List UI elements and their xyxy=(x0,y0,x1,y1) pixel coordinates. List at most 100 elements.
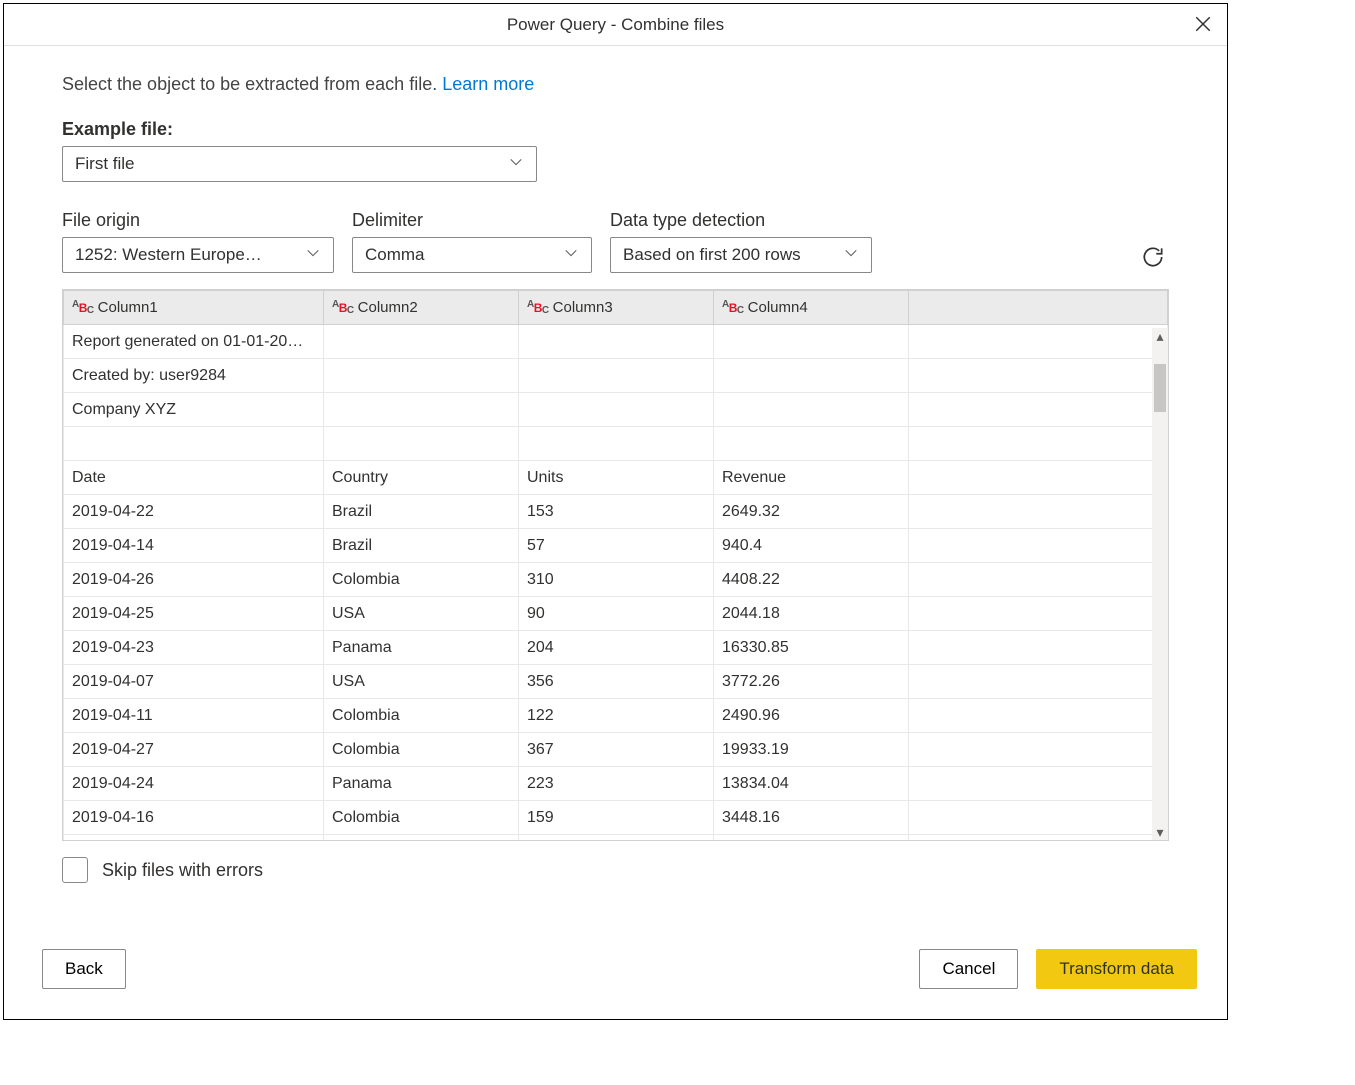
table-cell: 2019-04-07 xyxy=(64,665,324,699)
table-cell: 310 xyxy=(519,563,714,597)
table-row[interactable]: Company XYZ xyxy=(64,393,1168,427)
table-cell xyxy=(909,665,1168,699)
table-cell: 3772.26 xyxy=(714,665,909,699)
scrollbar-thumb[interactable] xyxy=(1154,364,1166,412)
table-cell xyxy=(909,563,1168,597)
table-row[interactable]: 2019-04-24Panama22313834.04 xyxy=(64,767,1168,801)
column-header-empty xyxy=(909,291,1168,325)
table-cell xyxy=(324,359,519,393)
table-cell: 57 xyxy=(519,529,714,563)
chevron-down-icon xyxy=(563,245,579,265)
table-cell xyxy=(909,495,1168,529)
table-cell xyxy=(714,427,909,461)
column-name: Column4 xyxy=(748,299,808,316)
example-file-select[interactable]: First file xyxy=(62,146,537,182)
table-cell: Panama xyxy=(324,631,519,665)
table-cell: 223 xyxy=(519,767,714,801)
detection-value: Based on first 200 rows xyxy=(623,245,801,265)
table-cell: Colombia xyxy=(324,733,519,767)
transform-data-button[interactable]: Transform data xyxy=(1036,949,1197,989)
dialog-title: Power Query - Combine files xyxy=(507,15,724,35)
scroll-down-arrow-icon[interactable]: ▾ xyxy=(1152,824,1168,840)
table-cell: 2019-04-27 xyxy=(64,733,324,767)
table-row[interactable]: DateCountryUnitsRevenue xyxy=(64,461,1168,495)
table-cell: 19933.19 xyxy=(714,733,909,767)
table-row[interactable]: 2019-04-26Colombia3104408.22 xyxy=(64,563,1168,597)
table-row[interactable]: 2019-04-22Brazil1532649.32 xyxy=(64,495,1168,529)
table-row[interactable]: 2019-04-08Canada25814601.34 xyxy=(64,835,1168,842)
table-cell: 2649.32 xyxy=(714,495,909,529)
table-cell: USA xyxy=(324,597,519,631)
table-row[interactable]: 2019-04-11Colombia1222490.96 xyxy=(64,699,1168,733)
column-header[interactable]: ABC Column3 xyxy=(519,291,714,325)
table-cell: 2019-04-14 xyxy=(64,529,324,563)
table-cell: 90 xyxy=(519,597,714,631)
column-header[interactable]: ABC Column2 xyxy=(324,291,519,325)
table-cell: 2019-04-25 xyxy=(64,597,324,631)
table-cell: Date xyxy=(64,461,324,495)
detection-label: Data type detection xyxy=(610,210,872,231)
chevron-down-icon xyxy=(305,245,321,265)
column-name: Column3 xyxy=(553,299,613,316)
cancel-button[interactable]: Cancel xyxy=(919,949,1018,989)
vertical-scrollbar[interactable]: ▴ ▾ xyxy=(1152,328,1168,840)
column-header[interactable]: ABC Column1 xyxy=(64,291,324,325)
preview-table: ABC Column1 ABC Column2 ABC Column3 ABCColu… xyxy=(63,290,1168,841)
detection-select[interactable]: Based on first 200 rows xyxy=(610,237,872,273)
table-cell: USA xyxy=(324,665,519,699)
file-origin-select[interactable]: 1252: Western Europe… xyxy=(62,237,334,273)
back-button[interactable]: Back xyxy=(42,949,126,989)
table-row[interactable]: 2019-04-14Brazil57940.4 xyxy=(64,529,1168,563)
text-type-icon: ABC xyxy=(332,302,354,314)
table-row[interactable]: 2019-04-16Colombia1593448.16 xyxy=(64,801,1168,835)
table-cell: 2044.18 xyxy=(714,597,909,631)
table-cell xyxy=(909,631,1168,665)
scroll-up-arrow-icon[interactable]: ▴ xyxy=(1152,328,1168,344)
table-cell: Colombia xyxy=(324,699,519,733)
table-cell xyxy=(909,427,1168,461)
table-cell: 2019-04-26 xyxy=(64,563,324,597)
column-name: Column1 xyxy=(98,299,158,316)
table-cell: Units xyxy=(519,461,714,495)
close-icon[interactable] xyxy=(1189,10,1217,38)
chevron-down-icon xyxy=(508,154,524,174)
delimiter-select[interactable]: Comma xyxy=(352,237,592,273)
example-file-value: First file xyxy=(75,154,135,174)
table-cell xyxy=(324,427,519,461)
column-name: Column2 xyxy=(358,299,418,316)
column-header[interactable]: ABCColumn4 xyxy=(714,291,909,325)
table-cell xyxy=(714,359,909,393)
table-cell xyxy=(909,461,1168,495)
table-cell: 16330.85 xyxy=(714,631,909,665)
skip-errors-checkbox[interactable] xyxy=(62,857,88,883)
table-row[interactable]: 2019-04-25USA902044.18 xyxy=(64,597,1168,631)
table-cell: 122 xyxy=(519,699,714,733)
preview-table-container: ABC Column1 ABC Column2 ABC Column3 ABCColu… xyxy=(62,289,1169,841)
table-row[interactable]: 2019-04-07USA3563772.26 xyxy=(64,665,1168,699)
table-row[interactable]: Created by: user9284 xyxy=(64,359,1168,393)
table-row[interactable] xyxy=(64,427,1168,461)
table-cell: 14601.34 xyxy=(714,835,909,842)
intro-text: Select the object to be extracted from e… xyxy=(62,74,1169,95)
table-row[interactable]: 2019-04-27Colombia36719933.19 xyxy=(64,733,1168,767)
text-type-icon: ABC xyxy=(527,302,549,314)
table-cell xyxy=(324,393,519,427)
titlebar: Power Query - Combine files xyxy=(4,4,1227,46)
file-origin-value: 1252: Western Europe… xyxy=(75,245,262,265)
combine-files-dialog: Power Query - Combine files Select the o… xyxy=(3,3,1228,1020)
text-type-icon: ABC xyxy=(72,302,94,314)
table-cell: 2019-04-22 xyxy=(64,495,324,529)
table-cell: Colombia xyxy=(324,563,519,597)
table-cell: Canada xyxy=(324,835,519,842)
scrollbar-track[interactable] xyxy=(1152,344,1168,824)
table-cell xyxy=(909,529,1168,563)
learn-more-link[interactable]: Learn more xyxy=(442,74,534,94)
table-cell: 2019-04-24 xyxy=(64,767,324,801)
refresh-icon[interactable] xyxy=(1137,241,1169,273)
table-cell xyxy=(909,325,1168,359)
delimiter-label: Delimiter xyxy=(352,210,592,231)
table-cell xyxy=(909,699,1168,733)
table-row[interactable]: Report generated on 01-01-20… xyxy=(64,325,1168,359)
table-row[interactable]: 2019-04-23Panama20416330.85 xyxy=(64,631,1168,665)
table-cell: 153 xyxy=(519,495,714,529)
